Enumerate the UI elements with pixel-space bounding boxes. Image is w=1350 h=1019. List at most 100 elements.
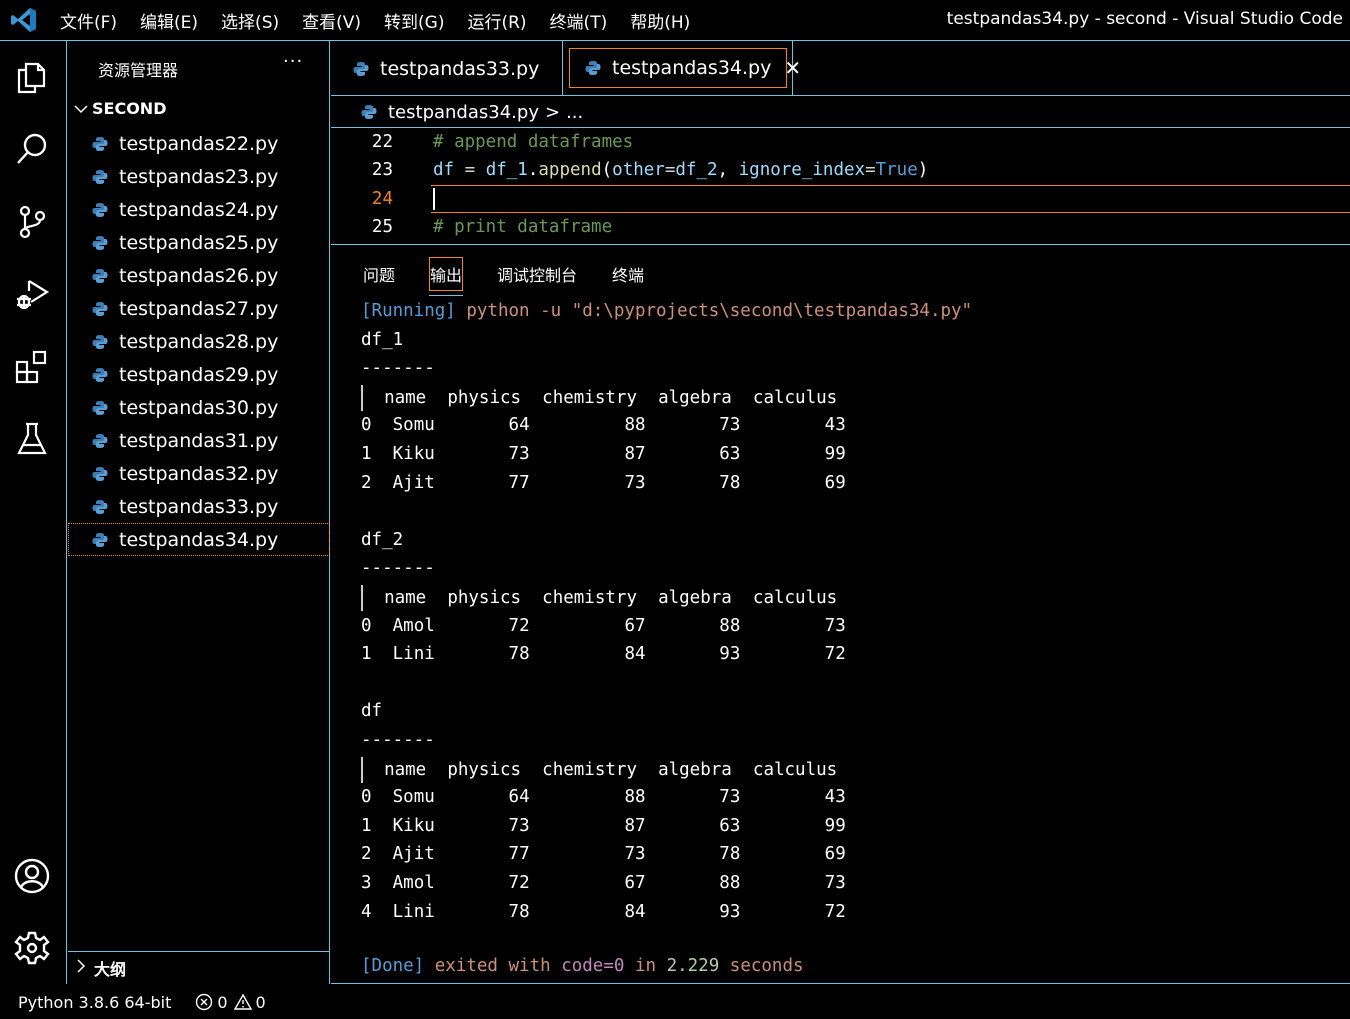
tab-testpandas34[interactable]: testpandas34.py ✕ (564, 41, 801, 96)
title-bar: 文件(F) 编辑(E) 选择(S) 查看(V) 转到(G) 运行(R) 终端(T… (0, 0, 1350, 41)
extensions-icon[interactable] (12, 347, 52, 387)
python-file-icon (92, 532, 108, 547)
column-header: name (384, 588, 427, 608)
python-file-icon (92, 433, 108, 448)
breadcrumb-file[interactable]: testpandas34.py (388, 102, 539, 123)
done-exited: exited with (424, 956, 562, 976)
file-item[interactable]: testpandas29.py (68, 358, 330, 391)
search-icon[interactable] (12, 129, 52, 169)
chevron-down-icon (74, 100, 92, 118)
code-editor[interactable]: 22 # append dataframes 23 df = df_1.append(… (331, 128, 1350, 245)
code-line[interactable]: 23 df = df_1.append(other=df_2, ignore_in… (331, 156, 1350, 184)
file-item[interactable]: testpandas24.py (68, 193, 330, 226)
row-index: 0 (361, 415, 372, 435)
code-token: = (454, 160, 486, 180)
column-header: calculus (752, 760, 838, 780)
menu-file[interactable]: 文件(F) (60, 8, 117, 33)
menu-edit[interactable]: 编辑(E) (140, 8, 198, 33)
table-title: df_2 (361, 530, 404, 550)
file-item[interactable]: testpandas28.py (68, 325, 330, 358)
cell-algebra: 88 (719, 616, 741, 636)
menu-bar: 文件(F) 编辑(E) 选择(S) 查看(V) 转到(G) 运行(R) 终端(T… (60, 0, 713, 40)
cell-calculus: 99 (824, 444, 846, 464)
output-table-title: df_2 (361, 528, 403, 552)
done-seconds: seconds (719, 956, 804, 976)
cell-name: Amol (392, 873, 435, 893)
warning-count: 0 (255, 992, 266, 1012)
tab-testpandas33[interactable]: testpandas33.py (331, 41, 563, 96)
menu-help[interactable]: 帮助(H) (630, 8, 690, 33)
breadcrumb-symbols[interactable]: ... (566, 102, 583, 123)
file-item[interactable]: testpandas27.py (68, 292, 330, 325)
file-item[interactable]: testpandas34.py (68, 523, 330, 556)
explorer-title: 资源管理器 (98, 61, 179, 80)
code-line[interactable]: 24 (331, 185, 1350, 213)
column-header: calculus (752, 588, 838, 608)
folder-second[interactable]: SECOND (74, 99, 166, 118)
file-item[interactable]: testpandas30.py (68, 391, 330, 424)
problems-status[interactable]: 0 0 (195, 993, 271, 1012)
cell-algebra: 78 (719, 473, 741, 493)
panel-tab-debug-console[interactable]: 调试控制台 (497, 262, 577, 286)
python-file-icon (353, 61, 369, 76)
cell-algebra: 93 (719, 644, 741, 664)
cell-algebra: 88 (719, 873, 741, 893)
testing-icon[interactable] (12, 419, 52, 459)
column-header: name (384, 760, 427, 780)
menu-selection[interactable]: 选择(S) (221, 8, 279, 33)
file-item[interactable]: testpandas22.py (68, 127, 330, 160)
cell-algebra: 73 (719, 787, 741, 807)
code-token: df_2 (675, 160, 718, 180)
python-file-icon (92, 367, 108, 382)
file-item[interactable]: testpandas23.py (68, 160, 330, 193)
menu-run[interactable]: 运行(R) (467, 8, 526, 33)
settings-gear-icon[interactable] (12, 928, 52, 968)
account-icon[interactable] (12, 856, 52, 896)
output-table-row: 3 Amol 72 67 88 73 (361, 871, 846, 895)
outline-section[interactable]: 大纲 (68, 951, 330, 984)
cell-calculus: 99 (824, 816, 846, 836)
output-separator: ------- (361, 556, 435, 580)
python-file-icon (92, 499, 108, 514)
menu-view[interactable]: 查看(V) (302, 8, 361, 33)
vscode-logo-icon (11, 8, 36, 32)
panel-tab-problems[interactable]: 问题 (363, 262, 395, 286)
cell-chemistry: 67 (624, 616, 646, 636)
code-line[interactable]: 22 # append dataframes (331, 128, 1350, 156)
panel-tab-output[interactable]: 输出 (429, 257, 464, 296)
file-item[interactable]: testpandas26.py (68, 259, 330, 292)
code-comment: # print dataframe (433, 217, 613, 237)
file-label: testpandas23.py (119, 165, 279, 188)
file-item[interactable]: testpandas33.py (68, 490, 330, 523)
explorer-icon[interactable] (12, 57, 52, 97)
cell-chemistry: 88 (624, 787, 646, 807)
cell-physics: 78 (508, 902, 530, 922)
column-header: name (384, 388, 427, 408)
line-number: 24 (371, 189, 393, 209)
run-debug-icon[interactable] (12, 274, 52, 314)
done-tag: [Done] (361, 956, 425, 976)
menu-terminal[interactable]: 终端(T) (550, 8, 608, 33)
row-index: 0 (361, 787, 372, 807)
file-item[interactable]: testpandas32.py (68, 457, 330, 490)
code-token: = (664, 160, 676, 180)
cell-calculus: 69 (824, 473, 846, 493)
file-label: testpandas22.py (119, 132, 279, 155)
python-interpreter[interactable]: Python 3.8.6 64-bit (18, 993, 171, 1012)
file-item[interactable]: testpandas25.py (68, 226, 330, 259)
file-item[interactable]: testpandas31.py (68, 424, 330, 457)
row-index: 2 (361, 844, 372, 864)
close-icon[interactable]: ✕ (784, 56, 801, 80)
more-actions-icon[interactable]: ··· (283, 51, 303, 72)
outline-label: 大纲 (94, 960, 127, 979)
file-list: testpandas22.py testpandas23.py testpand… (68, 127, 330, 556)
python-file-icon (361, 105, 377, 119)
python-file-icon (92, 301, 108, 316)
code-token: append (538, 160, 602, 180)
column-header: chemistry (542, 388, 637, 408)
panel-tab-terminal[interactable]: 终端 (612, 262, 644, 286)
cell-calculus: 73 (824, 616, 846, 636)
code-line[interactable]: 25 # print dataframe (331, 213, 1350, 241)
source-control-icon[interactable] (12, 202, 52, 242)
menu-go[interactable]: 转到(G) (384, 8, 444, 33)
